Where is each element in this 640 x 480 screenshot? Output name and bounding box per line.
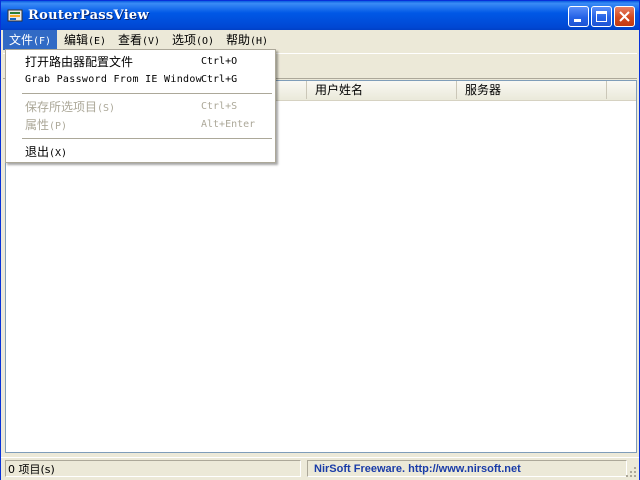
- menu-view[interactable]: 查看(V): [112, 30, 166, 50]
- menu-item-accel: (P): [49, 121, 68, 132]
- column-header-filler: [607, 81, 636, 99]
- menu-help-label: 帮助: [226, 33, 251, 47]
- menu-help-accel: (H): [250, 36, 269, 47]
- menu-item-accel: (X): [49, 148, 68, 159]
- column-header-server[interactable]: 服务器: [457, 81, 607, 99]
- menu-help[interactable]: 帮助(H): [220, 30, 274, 50]
- minimize-button[interactable]: [568, 6, 589, 27]
- menu-view-label: 查看: [118, 33, 143, 47]
- menu-item-label: 打开路由器配置文件: [25, 55, 134, 69]
- window-title: RouterPassView: [28, 8, 149, 23]
- menu-item-accel: (S): [97, 103, 116, 114]
- menu-separator: [22, 93, 272, 94]
- menu-edit-accel: (E): [88, 36, 107, 47]
- maximize-icon: [596, 11, 607, 22]
- menu-item-label: 保存所选项目(S): [25, 98, 115, 118]
- resize-grip-icon[interactable]: [625, 466, 637, 478]
- menu-item-shortcut: Ctrl+S: [201, 101, 238, 112]
- menu-options-accel: (O): [196, 36, 215, 47]
- menu-item-grab-password[interactable]: Grab Password From IE Window Ctrl+G: [7, 71, 274, 89]
- file-menu-dropdown: 打开路由器配置文件 Ctrl+O Grab Password From IE W…: [5, 49, 276, 163]
- menu-item-text: 属性: [25, 118, 50, 132]
- close-icon: [619, 11, 630, 22]
- status-credit-link[interactable]: NirSoft Freeware. http://www.nirsoft.net: [307, 460, 627, 477]
- menu-edit[interactable]: 编辑(E): [58, 30, 112, 50]
- menu-bar: 文件(F) 编辑(E) 查看(V) 选项(O) 帮助(H): [1, 30, 639, 51]
- menu-item-properties[interactable]: 属性(P) Alt+Enter: [7, 116, 274, 134]
- menu-item-text: 保存所选项目: [25, 100, 98, 114]
- menu-item-save-selected[interactable]: 保存所选项目(S) Ctrl+S: [7, 98, 274, 116]
- menu-item-text: 退出: [25, 145, 50, 159]
- menu-item-shortcut: Ctrl+O: [201, 56, 238, 67]
- status-bar: 0 项目(s) NirSoft Freeware. http://www.nir…: [1, 457, 639, 480]
- app-window: RouterPassView 文件(F) 编辑(E) 查看(V) 选项(O) 帮…: [0, 0, 640, 480]
- status-item-count: 0 项目(s): [5, 460, 301, 477]
- app-icon: [7, 8, 23, 24]
- menu-item-label: 属性(P): [25, 116, 67, 136]
- menu-file-label: 文件: [9, 33, 34, 47]
- menu-item-shortcut: Alt+Enter: [201, 119, 256, 130]
- title-bar[interactable]: RouterPassView: [1, 1, 639, 31]
- menu-separator: [22, 138, 272, 139]
- minimize-icon: [574, 19, 581, 22]
- menu-edit-label: 编辑: [64, 33, 89, 47]
- menu-options[interactable]: 选项(O): [166, 30, 220, 50]
- menu-item-shortcut: Ctrl+G: [201, 74, 238, 85]
- menu-view-accel: (V): [142, 36, 161, 47]
- close-button[interactable]: [614, 6, 635, 27]
- maximize-button[interactable]: [591, 6, 612, 27]
- menu-file-accel: (F): [33, 36, 52, 47]
- menu-item-open-router-config[interactable]: 打开路由器配置文件 Ctrl+O: [7, 53, 274, 71]
- menu-options-label: 选项: [172, 33, 197, 47]
- menu-file[interactable]: 文件(F): [3, 30, 58, 50]
- menu-item-exit[interactable]: 退出(X): [7, 143, 274, 161]
- menu-item-label: Grab Password From IE Window: [25, 74, 202, 85]
- menu-item-label: 退出(X): [25, 143, 67, 163]
- column-header-username[interactable]: 用户姓名: [307, 81, 457, 99]
